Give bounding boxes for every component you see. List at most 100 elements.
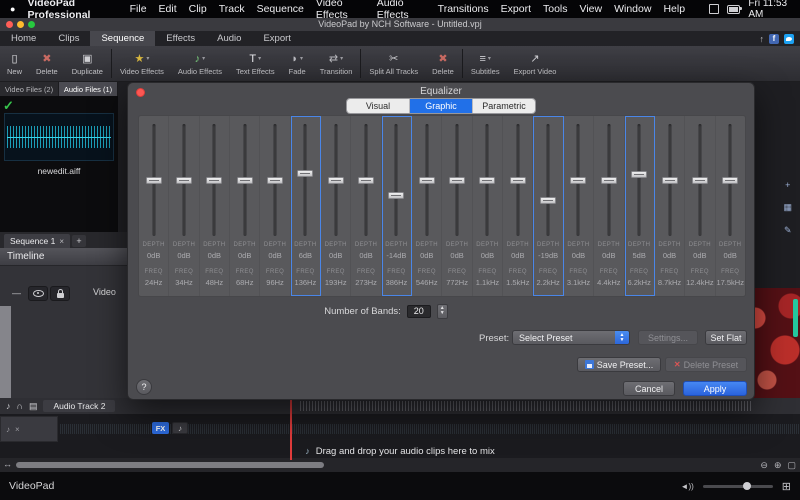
toolbar-subtitles-button[interactable]: ≡▾Subtitles — [464, 46, 507, 81]
volume-speaker-icon[interactable]: ◄)) — [681, 482, 694, 491]
eq-band-12-4khz[interactable]: DEPTH0dBFREQ12.4kHz — [685, 116, 715, 296]
set-flat-button[interactable]: Set Flat — [705, 330, 747, 345]
eq-band-273hz[interactable]: DEPTH0dBFREQ273Hz — [351, 116, 381, 296]
eq-band-4-4khz[interactable]: DEPTH0dBFREQ4.4kHz — [594, 116, 624, 296]
audio-track-controls[interactable]: ♪ × — [0, 416, 58, 442]
delete-preset-button[interactable]: ✕ Delete Preset — [665, 357, 747, 372]
eq-slider-handle[interactable] — [358, 177, 374, 184]
media-tab-audio-files-1-[interactable]: Audio Files (1) — [59, 82, 118, 96]
facebook-icon[interactable]: f — [769, 34, 779, 44]
toolbar-new-button[interactable]: ▯New — [0, 46, 29, 81]
stepper-down-icon[interactable]: ▼ — [440, 311, 445, 316]
preview-tool-icon-2[interactable]: ✎ — [784, 225, 792, 236]
preview-tool-icon-0[interactable]: + — [785, 180, 790, 190]
menubar-item-sequence[interactable]: Sequence — [257, 3, 304, 15]
ribbon-tab-export[interactable]: Export — [252, 31, 301, 46]
eq-slider-handle[interactable] — [146, 177, 162, 184]
eq-band-546hz[interactable]: DEPTH0dBFREQ546Hz — [412, 116, 442, 296]
remove-icon[interactable]: × — [15, 425, 20, 434]
toolbar-export-video-button[interactable]: ↗Export Video — [507, 46, 564, 81]
menubar-item-view[interactable]: View — [580, 3, 603, 15]
eq-tab-visual[interactable]: Visual — [347, 99, 409, 113]
eq-band-772hz[interactable]: DEPTH0dBFREQ772Hz — [442, 116, 472, 296]
preview-tool-icon-1[interactable]: ▦ — [783, 202, 792, 213]
fx-button[interactable]: FX — [152, 422, 169, 434]
speaker-icon[interactable]: ♪ — [6, 401, 11, 411]
toolbar-audio-effects-button[interactable]: ♪▾Audio Effects — [171, 46, 229, 81]
eq-band-1-5khz[interactable]: DEPTH0dBFREQ1.5kHz — [503, 116, 533, 296]
headphones-icon[interactable]: ∩ — [17, 401, 23, 411]
track-speaker-button[interactable]: ♪ — [172, 422, 188, 434]
battery-icon[interactable] — [727, 5, 740, 14]
eq-slider-handle[interactable] — [297, 170, 313, 177]
apply-button[interactable]: Apply — [683, 381, 747, 396]
cancel-button[interactable]: Cancel — [623, 381, 675, 396]
timeline-scrollbar[interactable] — [16, 462, 324, 468]
eq-slider-handle[interactable] — [601, 177, 617, 184]
eq-slider-handle[interactable] — [540, 197, 556, 204]
sequence-tab[interactable]: Sequence 1 × — [4, 234, 70, 248]
add-sequence-button[interactable]: + — [72, 235, 86, 247]
toolbar-delete-track-button[interactable]: ✖Delete — [425, 46, 461, 81]
display-icon[interactable] — [709, 4, 719, 14]
eq-band-48hz[interactable]: DEPTH0dBFREQ48Hz — [200, 116, 230, 296]
volume-slider[interactable] — [703, 485, 773, 488]
lock-track-button[interactable] — [50, 286, 70, 301]
menubar-item-clip[interactable]: Clip — [189, 3, 207, 15]
toggle-track-visibility-button[interactable] — [28, 286, 48, 301]
preview-scrollbar[interactable] — [793, 299, 798, 337]
audio-file-name[interactable]: newedit.aiff — [0, 166, 118, 176]
menubar-clock[interactable]: Fri 11:53 AM — [748, 0, 790, 20]
help-button[interactable]: ? — [136, 379, 152, 395]
eq-slider-handle[interactable] — [449, 177, 465, 184]
menubar-item-window[interactable]: Window — [614, 3, 651, 15]
eq-slider-handle[interactable] — [722, 177, 738, 184]
apple-menu-icon[interactable]: ● — [10, 5, 15, 14]
eq-band-193hz[interactable]: DEPTH0dBFREQ193Hz — [321, 116, 351, 296]
number-of-bands-input[interactable]: 20 — [407, 305, 431, 318]
ribbon-tab-home[interactable]: Home — [0, 31, 47, 46]
twitter-icon[interactable] — [784, 34, 794, 44]
film-icon[interactable]: ▤ — [29, 401, 38, 412]
eq-tab-graphic[interactable]: Graphic — [409, 99, 472, 113]
eq-band-68hz[interactable]: DEPTH0dBFREQ68Hz — [230, 116, 260, 296]
ribbon-tab-clips[interactable]: Clips — [47, 31, 90, 46]
toolbar-fade-button[interactable]: ◗▾Fade — [282, 46, 313, 81]
toolbar-text-effects-button[interactable]: T▾Text Effects — [229, 46, 282, 81]
number-of-bands-stepper[interactable]: ▲ ▼ — [437, 304, 448, 319]
playhead[interactable] — [290, 398, 292, 460]
eq-slider-handle[interactable] — [419, 177, 435, 184]
collapse-track-icon[interactable]: — — [12, 288, 21, 298]
eq-slider-handle[interactable] — [479, 177, 495, 184]
eq-band-96hz[interactable]: DEPTH0dBFREQ96Hz — [260, 116, 290, 296]
eq-slider-handle[interactable] — [206, 177, 222, 184]
eq-slider-handle[interactable] — [267, 177, 283, 184]
eq-band-34hz[interactable]: DEPTH0dBFREQ34Hz — [169, 116, 199, 296]
eq-slider-handle[interactable] — [631, 171, 647, 178]
menubar-item-edit[interactable]: Edit — [159, 3, 177, 15]
menubar-item-file[interactable]: File — [130, 3, 147, 15]
eq-slider-handle[interactable] — [388, 192, 404, 199]
ribbon-tab-sequence[interactable]: Sequence — [90, 31, 155, 46]
zoom-out-icon[interactable]: ⊖ — [760, 460, 768, 471]
eq-band-6-2khz[interactable]: DEPTH5dBFREQ6.2kHz — [625, 116, 655, 296]
menubar-item-track[interactable]: Track — [219, 3, 245, 15]
eq-band-17-5khz[interactable]: DEPTH0dBFREQ17.5kHz — [716, 116, 745, 296]
eq-slider-handle[interactable] — [328, 177, 344, 184]
eq-band-136hz[interactable]: DEPTH6dBFREQ136Hz — [291, 116, 321, 296]
eq-band-386hz[interactable]: DEPTH-14dBFREQ386Hz — [382, 116, 412, 296]
ribbon-tab-audio[interactable]: Audio — [206, 31, 252, 46]
fit-view-icon[interactable]: ▢ — [787, 460, 796, 471]
toolbar-duplicate-button[interactable]: ▣Duplicate — [65, 46, 110, 81]
eq-slider-handle[interactable] — [510, 177, 526, 184]
eq-tab-parametric[interactable]: Parametric — [472, 99, 535, 113]
menubar-item-help[interactable]: Help — [663, 3, 685, 15]
eq-band-8-7khz[interactable]: DEPTH0dBFREQ8.7kHz — [655, 116, 685, 296]
eq-slider-handle[interactable] — [176, 177, 192, 184]
toolbar-split-all-tracks-button[interactable]: ✂Split All Tracks — [362, 46, 425, 81]
close-sequence-icon[interactable]: × — [59, 237, 64, 246]
share-icon[interactable]: ↑ — [760, 34, 765, 44]
toolbar-transition-button[interactable]: ⇄▾Transition — [313, 46, 360, 81]
settings-button[interactable]: Settings... — [638, 330, 698, 345]
zoom-in-icon[interactable]: ⊕ — [774, 460, 782, 471]
